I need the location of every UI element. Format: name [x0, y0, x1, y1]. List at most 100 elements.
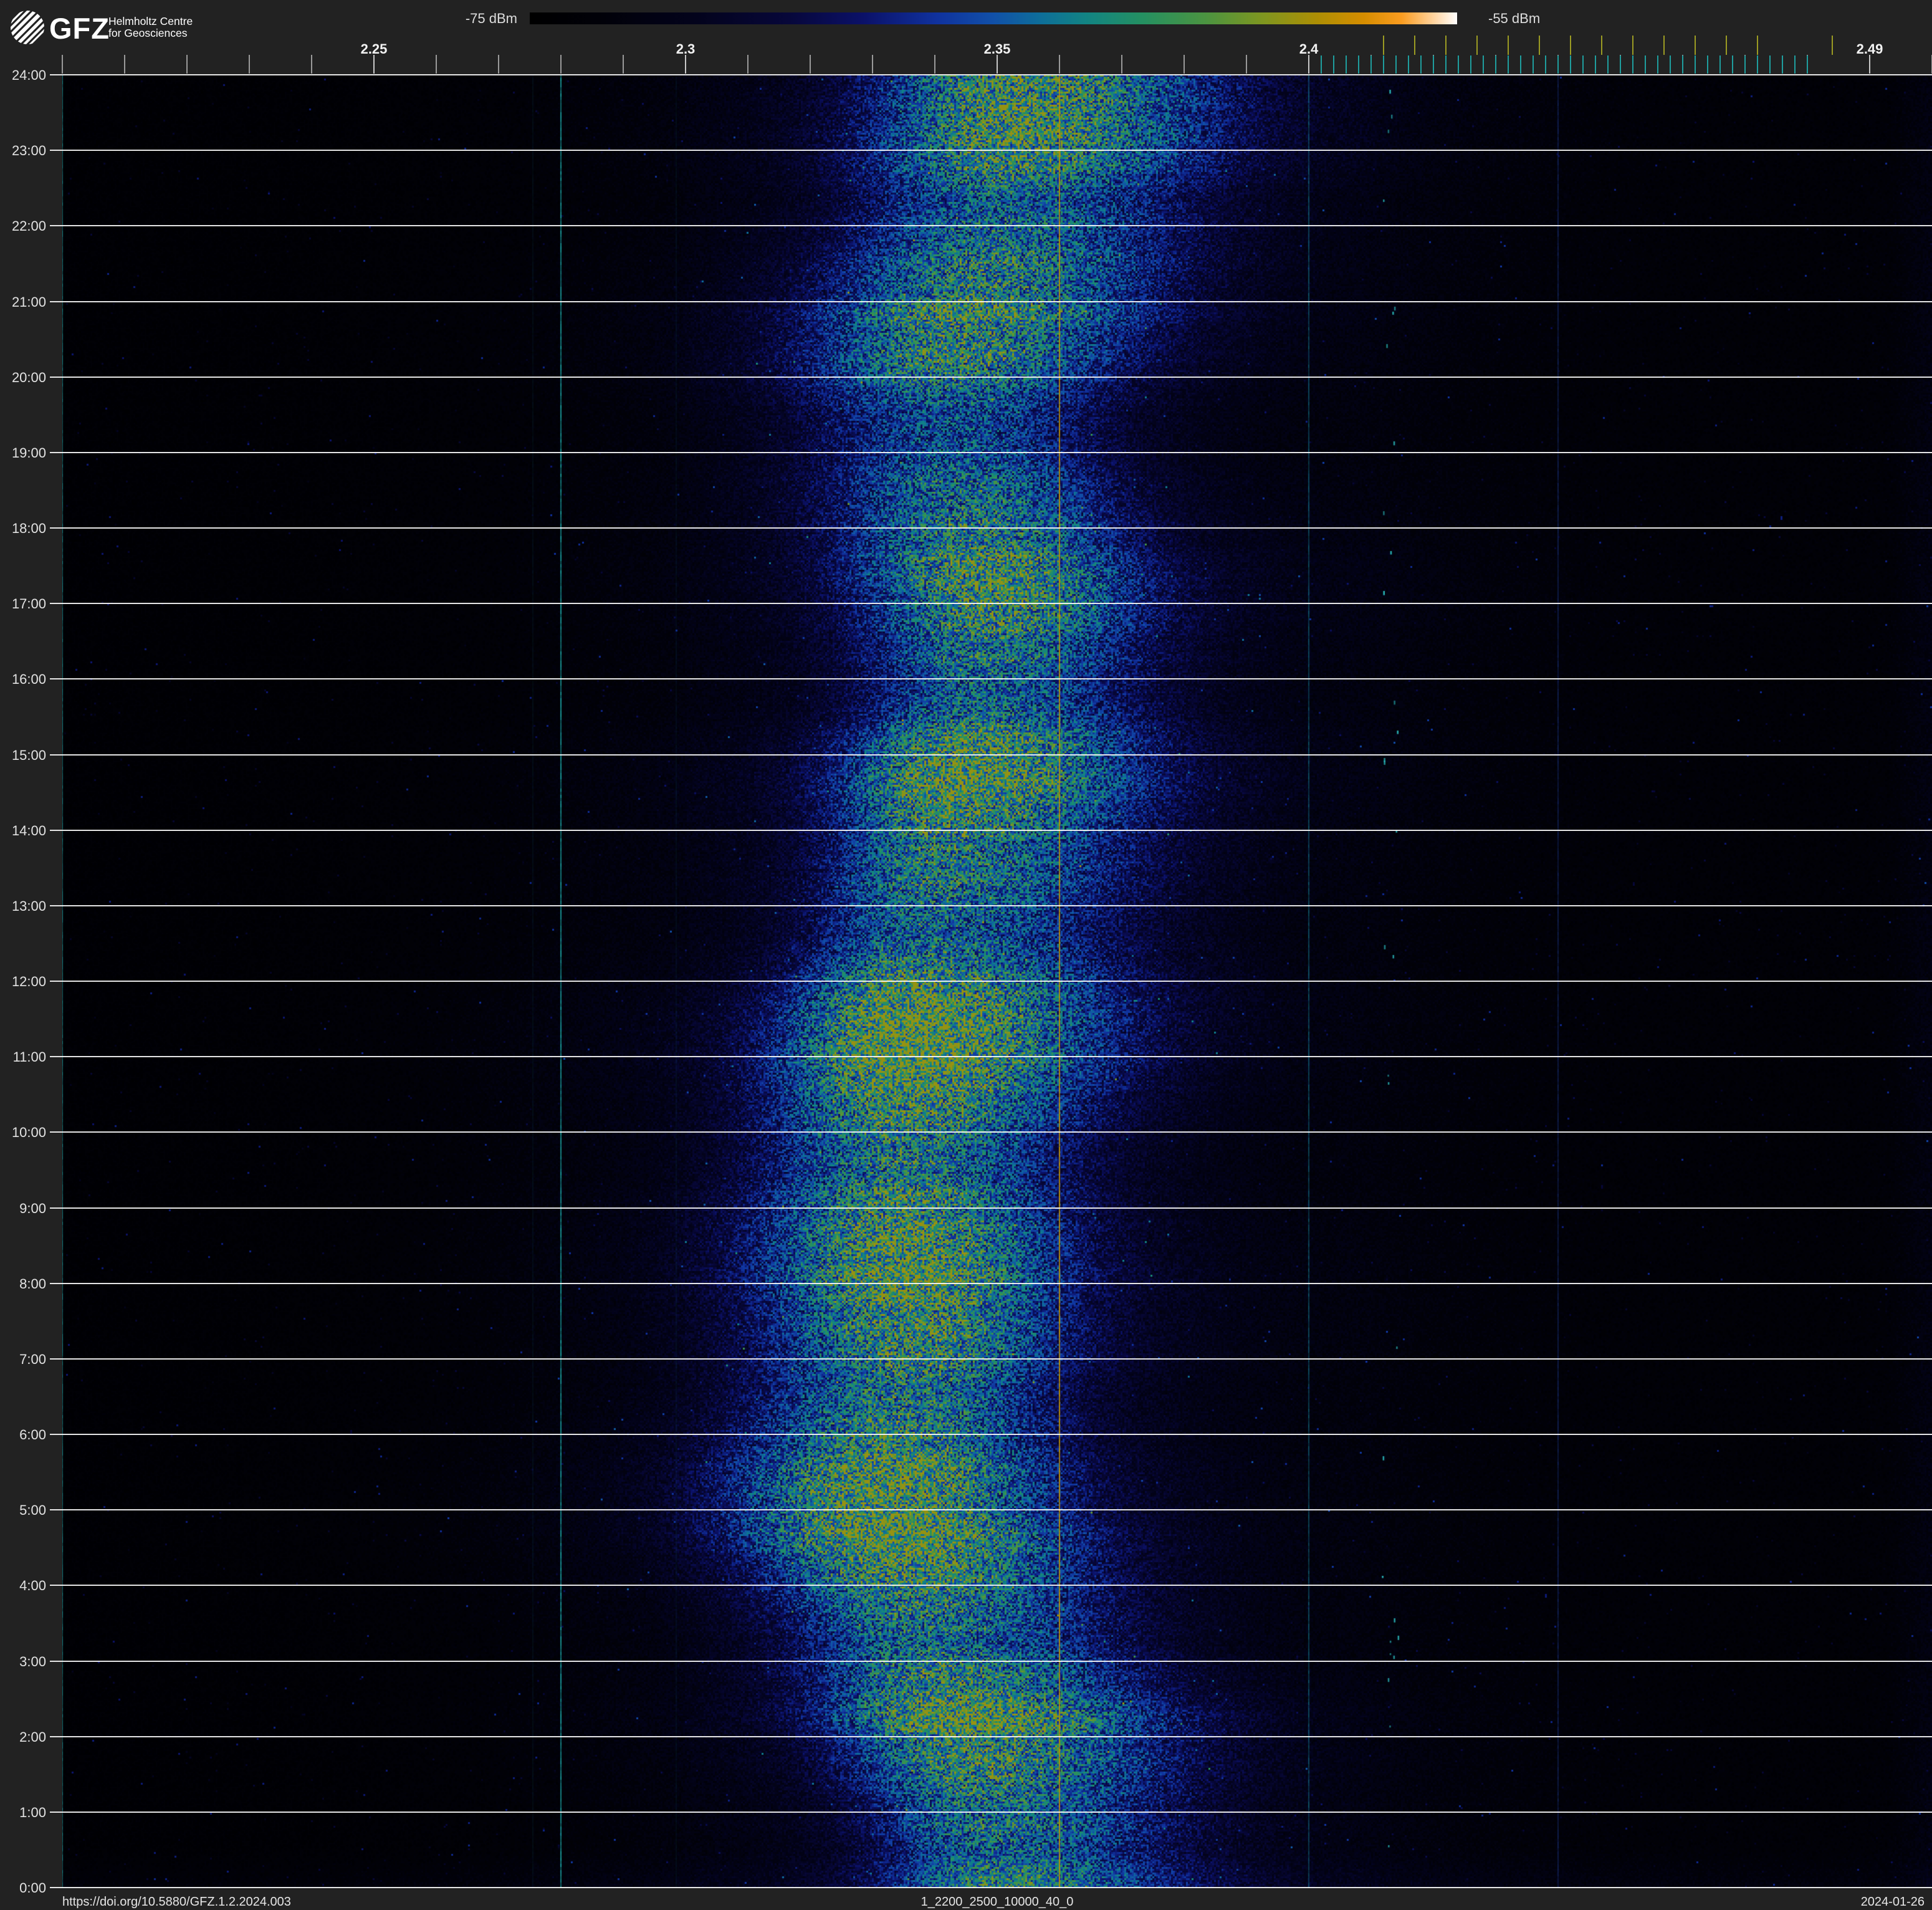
- hour-gridline: [50, 1282, 1932, 1284]
- hour-gridline: [50, 829, 1932, 831]
- time-label: 11:00: [12, 1049, 46, 1065]
- ble-channel-tick: [1557, 55, 1559, 74]
- freq-minor-tick: [685, 55, 686, 74]
- hour-gridline: [50, 451, 1932, 453]
- time-label: 10:00: [11, 1125, 46, 1141]
- ble-channel-tick: [1657, 55, 1658, 74]
- freq-minor-tick: [872, 55, 873, 74]
- ble-channel-tick: [1570, 55, 1571, 74]
- ble-channel-tick: [1670, 55, 1671, 74]
- ble-channel-tick: [1508, 55, 1509, 74]
- freq-minor-tick: [810, 55, 811, 74]
- hour-gridline: [50, 300, 1932, 302]
- hour-gridline: [50, 150, 1932, 151]
- hour-gridline: [50, 1358, 1932, 1360]
- ble-channel-tick: [1607, 55, 1609, 74]
- freq-minor-tick: [1121, 55, 1122, 74]
- ble-channel-tick: [1358, 55, 1359, 74]
- time-label: 1:00: [19, 1804, 46, 1820]
- ble-channel-tick: [1470, 55, 1471, 74]
- time-label: 9:00: [19, 1200, 46, 1216]
- ble-channel-tick: [1445, 55, 1447, 74]
- freq-minor-tick: [623, 55, 624, 74]
- wifi-channel-tick: [1476, 36, 1478, 55]
- ble-channel-tick: [1732, 55, 1733, 74]
- ble-channel-tick: [1682, 55, 1683, 74]
- ble-channel-tick: [1707, 55, 1708, 74]
- hour-gridline: [50, 1735, 1932, 1737]
- wifi-channel-tick: [1832, 36, 1833, 55]
- time-label: 17:00: [11, 596, 46, 612]
- time-label: 7:00: [19, 1351, 46, 1367]
- ble-channel-tick: [1794, 55, 1796, 74]
- ble-channel-tick: [1582, 55, 1584, 74]
- time-label: 18:00: [11, 521, 46, 536]
- freq-minor-tick: [1869, 55, 1870, 74]
- time-label: 21:00: [11, 294, 46, 310]
- time-label: 2:00: [19, 1729, 46, 1745]
- hour-gridline: [50, 1660, 1932, 1662]
- ble-channel-tick: [1458, 55, 1459, 74]
- brand-name-line1: Helmholtz Centre: [108, 15, 193, 27]
- time-label: 5:00: [19, 1502, 46, 1519]
- ble-channel-tick: [1645, 55, 1646, 74]
- wifi-channel-tick: [1508, 36, 1509, 55]
- hour-gridline: [50, 1056, 1932, 1058]
- hour-gridline: [50, 603, 1932, 605]
- ble-channel-tick: [1807, 55, 1808, 74]
- hour-gridline: [50, 905, 1932, 906]
- hour-gridline: [50, 1887, 1932, 1888]
- time-label: 13:00: [11, 898, 46, 914]
- ble-channel-tick: [1695, 55, 1696, 74]
- wifi-channel-tick: [1726, 36, 1727, 55]
- freq-minor-tick: [124, 55, 125, 74]
- ble-channel-tick: [1408, 55, 1409, 74]
- freq-minor-tick: [311, 55, 312, 74]
- time-label: 19:00: [11, 444, 46, 461]
- wifi-channel-tick: [1539, 36, 1540, 55]
- wifi-channel-tick: [1632, 36, 1633, 55]
- freq-minor-tick: [1184, 55, 1185, 74]
- ble-channel-tick: [1370, 55, 1372, 74]
- time-label: 15:00: [11, 747, 46, 763]
- time-label: 24:00: [11, 67, 46, 83]
- time-label: 23:00: [11, 143, 46, 159]
- brand-abbrev: GFZ: [49, 12, 110, 45]
- ble-channel-tick: [1769, 55, 1771, 74]
- gfz-logo: [11, 11, 44, 44]
- time-label: 6:00: [19, 1427, 46, 1442]
- freq-minor-tick: [747, 55, 748, 74]
- freq-minor-tick: [436, 55, 437, 74]
- wifi-channel-tick: [1445, 36, 1447, 55]
- freq-minor-tick: [1246, 55, 1247, 74]
- time-label: 4:00: [19, 1578, 46, 1594]
- colorbar-min-label: -75 dBm: [465, 11, 517, 26]
- hour-gridline: [50, 754, 1932, 756]
- hour-gridline: [50, 74, 1932, 75]
- hour-gridline: [50, 376, 1932, 378]
- brand-name: Helmholtz Centre for Geosciences: [108, 16, 193, 39]
- wifi-channel-tick: [1414, 36, 1415, 55]
- freq-minor-tick: [186, 55, 188, 74]
- time-label: 16:00: [11, 671, 46, 688]
- freq-minor-tick: [498, 55, 499, 74]
- freq-label: 2.49: [1856, 41, 1883, 57]
- ble-channel-tick: [1632, 55, 1633, 74]
- ble-channel-tick: [1744, 55, 1746, 74]
- freq-label: 2.25: [360, 41, 388, 57]
- wifi-channel-tick: [1757, 36, 1758, 55]
- hour-gridline: [50, 1131, 1932, 1133]
- time-label: 8:00: [19, 1275, 46, 1292]
- ble-channel-tick: [1483, 55, 1484, 74]
- ble-channel-tick: [1495, 55, 1496, 74]
- wifi-channel-tick: [1663, 36, 1665, 55]
- colorbar: [530, 12, 1457, 24]
- ble-channel-tick: [1346, 55, 1347, 74]
- ble-channel-tick: [1395, 55, 1397, 74]
- globe-stripes-icon: [11, 11, 44, 44]
- freq-minor-tick: [62, 55, 63, 74]
- hour-gridline: [50, 1207, 1932, 1209]
- ble-channel-tick: [1383, 55, 1384, 74]
- hour-gridline: [50, 1509, 1932, 1511]
- brand-name-line2: for Geosciences: [108, 26, 188, 39]
